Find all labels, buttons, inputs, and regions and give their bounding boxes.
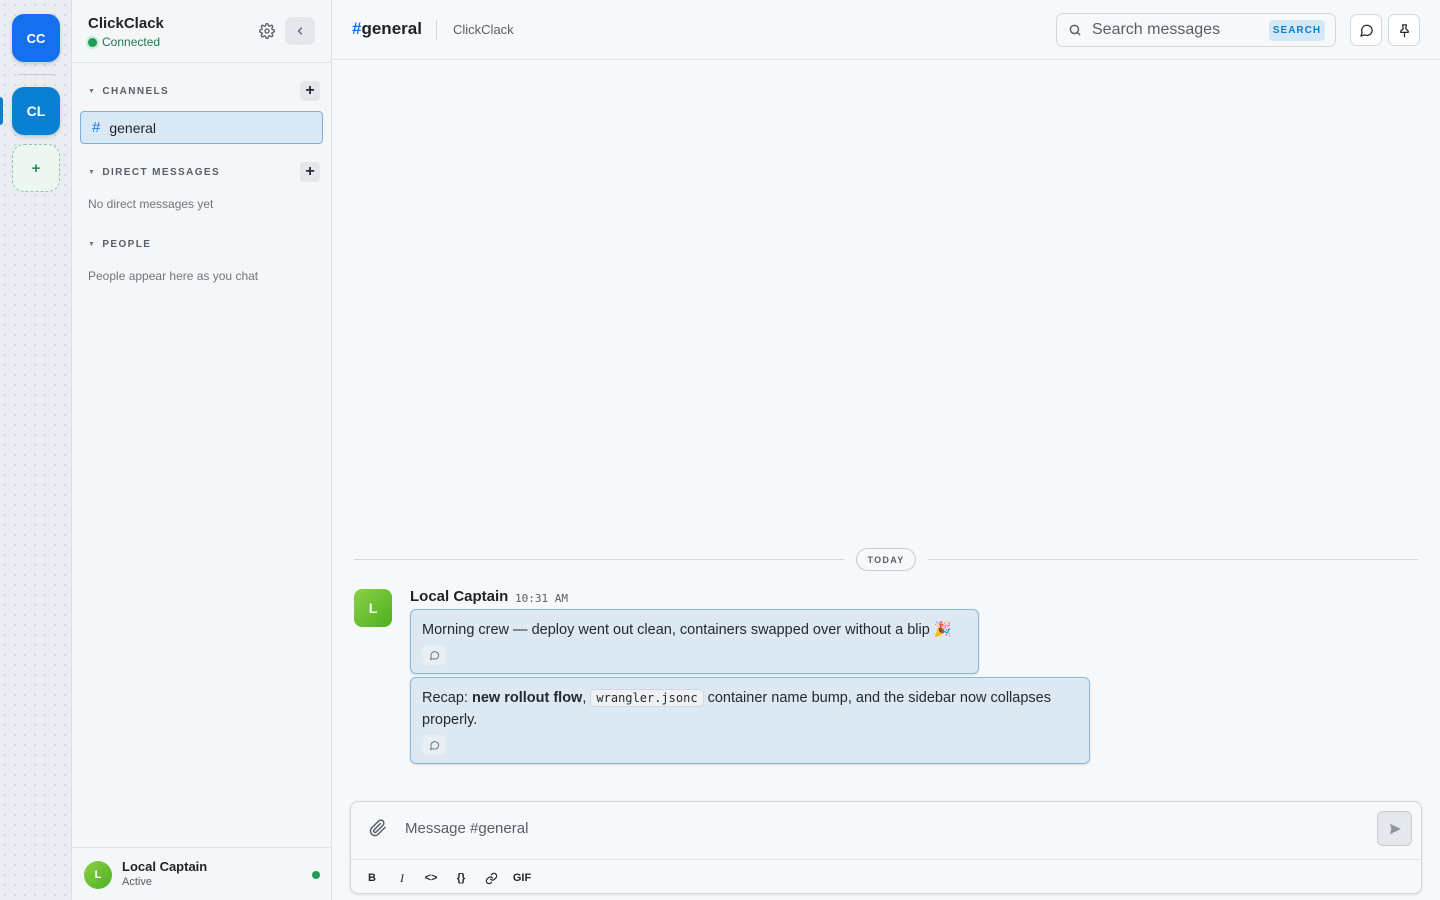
app-name: ClickClack bbox=[88, 15, 164, 32]
link-button[interactable] bbox=[483, 869, 499, 887]
avatar[interactable]: L bbox=[354, 589, 392, 627]
link-icon bbox=[485, 872, 497, 884]
reply-in-thread-button[interactable] bbox=[422, 645, 446, 665]
italic-button[interactable]: I bbox=[397, 869, 407, 887]
active-workspace-indicator bbox=[0, 97, 3, 125]
user-status: Active bbox=[122, 876, 152, 888]
add-direct-message-button[interactable]: + bbox=[300, 162, 320, 182]
hash-icon: # bbox=[92, 119, 101, 136]
message-text-prefix: Recap: bbox=[422, 690, 472, 706]
direct-messages-empty: No direct messages yet bbox=[88, 197, 214, 211]
message-composer: B I <> {} GIF bbox=[350, 801, 1422, 894]
add-workspace-button[interactable]: + bbox=[12, 144, 60, 192]
section-direct-messages[interactable]: ▼ DIRECT MESSAGES bbox=[88, 167, 220, 178]
inline-code: wrangler.jsonc bbox=[590, 689, 704, 707]
message-bubble[interactable]: Recap: new rollout flow, wrangler.jsonc … bbox=[410, 677, 1090, 764]
workspace-name: ClickClack bbox=[453, 22, 514, 37]
bold-button[interactable]: B bbox=[367, 869, 377, 887]
send-icon bbox=[1389, 823, 1401, 834]
message-bubble-icon bbox=[1359, 24, 1373, 37]
section-title-direct-messages: DIRECT MESSAGES bbox=[102, 167, 221, 178]
settings-button[interactable] bbox=[256, 20, 278, 42]
workspace-rail: CC CL + bbox=[0, 0, 72, 900]
collapse-sidebar-button[interactable] bbox=[285, 17, 315, 45]
date-divider: TODAY bbox=[856, 548, 916, 571]
search-box[interactable]: Search messages SEARCH bbox=[1056, 13, 1336, 47]
channel-title-name: general bbox=[361, 19, 422, 38]
message-input[interactable] bbox=[405, 814, 1365, 842]
main-panel: #general ClickClack Search messages SEAR… bbox=[332, 0, 1440, 900]
avatar: L bbox=[84, 861, 112, 889]
workspace-cl[interactable]: CL bbox=[12, 87, 60, 135]
caret-down-icon: ▼ bbox=[88, 88, 97, 95]
search-input[interactable]: Search messages bbox=[1092, 21, 1220, 39]
pin-icon bbox=[1399, 23, 1409, 37]
date-divider-line-left bbox=[354, 559, 844, 560]
pinned-button[interactable] bbox=[1388, 14, 1420, 46]
sidebar: ClickClack Connected ▼ CHANNELS + # gene… bbox=[72, 0, 332, 900]
search-button[interactable]: SEARCH bbox=[1269, 20, 1325, 41]
workspace-cc[interactable]: CC bbox=[12, 14, 60, 62]
user-name: Local Captain bbox=[122, 859, 208, 874]
channel-title: #general bbox=[352, 19, 422, 39]
inline-code-button[interactable]: <> bbox=[423, 869, 439, 887]
channel-header: #general ClickClack Search messages SEAR… bbox=[332, 0, 1440, 60]
date-divider-line-right bbox=[928, 559, 1418, 560]
message-bubble[interactable]: Morning crew — deploy went out clean, co… bbox=[410, 609, 979, 674]
search-icon bbox=[1069, 24, 1081, 36]
message-text: Morning crew — deploy went out clean, co… bbox=[422, 622, 952, 638]
chevron-left-icon bbox=[297, 27, 303, 35]
caret-down-icon: ▼ bbox=[88, 241, 97, 248]
connection-status-label: Connected bbox=[102, 35, 161, 49]
user-footer[interactable]: L Local Captain Active bbox=[72, 847, 331, 900]
send-button[interactable] bbox=[1377, 811, 1412, 846]
section-channels[interactable]: ▼ CHANNELS bbox=[88, 86, 169, 97]
message-text: Recap: new rollout flow, wrangler.jsonc … bbox=[422, 687, 1078, 731]
section-title-people: PEOPLE bbox=[102, 239, 152, 250]
message-text-bold: new rollout flow bbox=[471, 690, 583, 706]
message-timestamp: 10:31 AM bbox=[515, 592, 568, 605]
threads-button[interactable] bbox=[1350, 14, 1382, 46]
message-bubble-icon bbox=[429, 650, 439, 660]
code-block-button[interactable]: {} bbox=[453, 869, 469, 887]
people-empty: People appear here as you chat bbox=[88, 269, 259, 283]
attach-button[interactable] bbox=[369, 819, 387, 842]
add-channel-button[interactable]: + bbox=[300, 81, 320, 101]
connection-status: Connected bbox=[88, 35, 160, 49]
caret-down-icon: ▼ bbox=[88, 169, 97, 176]
formatting-toolbar: B I <> {} GIF bbox=[351, 859, 1421, 893]
section-people[interactable]: ▼ PEOPLE bbox=[88, 239, 151, 250]
rail-separator bbox=[18, 74, 54, 75]
header-divider bbox=[436, 20, 437, 40]
status-dot-icon bbox=[88, 37, 97, 47]
sidebar-header: ClickClack Connected bbox=[72, 0, 331, 63]
online-dot-icon bbox=[312, 871, 320, 879]
gear-icon bbox=[259, 23, 275, 39]
gif-button[interactable]: GIF bbox=[511, 869, 533, 887]
message-author[interactable]: Local Captain bbox=[410, 588, 508, 605]
channel-label: general bbox=[109, 119, 157, 136]
paperclip-icon bbox=[369, 819, 386, 837]
channel-item-general[interactable]: # general bbox=[80, 111, 323, 144]
message-bubble-icon bbox=[429, 740, 439, 750]
section-title-channels: CHANNELS bbox=[102, 86, 170, 97]
reply-in-thread-button[interactable] bbox=[422, 735, 446, 755]
